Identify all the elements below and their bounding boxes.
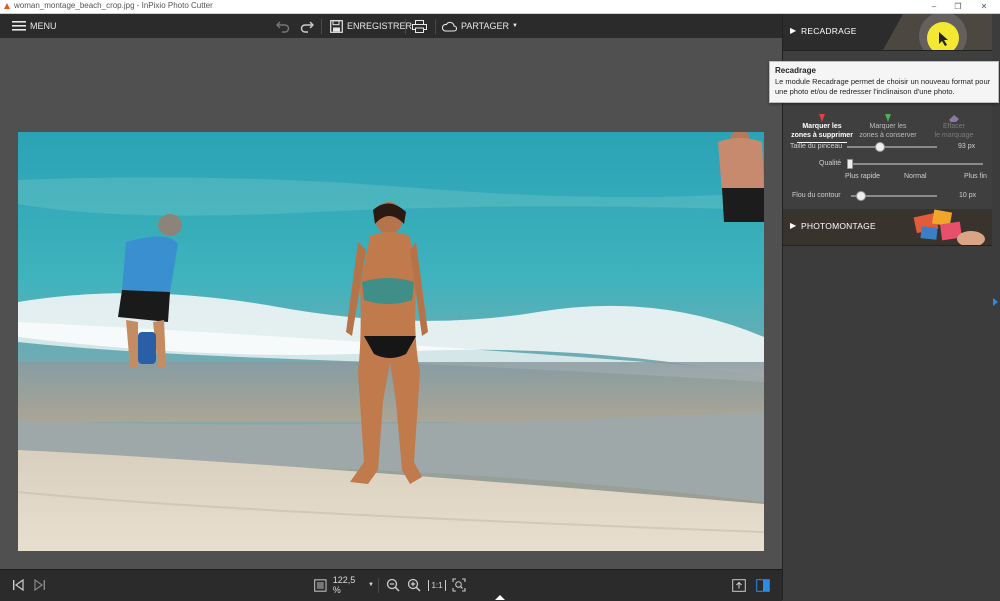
eraser-icon: [949, 115, 959, 122]
print-button[interactable]: [412, 14, 427, 38]
share-label: PARTAGER: [461, 21, 510, 31]
save-button[interactable]: ENREGISTRER: [330, 14, 412, 38]
quality-option-normal: Normal: [904, 173, 927, 180]
brush-size-label: Taille du pinceau: [790, 143, 843, 150]
undo-button[interactable]: [276, 14, 290, 38]
window-title-bar: woman_montage_beach_crop.jpg - InPixio P…: [0, 0, 1000, 14]
app-icon: [4, 3, 10, 9]
zoom-fit-button[interactable]: [450, 576, 468, 594]
hamburger-icon: [12, 21, 26, 31]
bottom-bar: 122,5 % ▼ 1:1: [0, 569, 782, 601]
brush-size-knob[interactable]: [874, 142, 885, 152]
zoom-out-icon: [386, 578, 400, 592]
redo-icon: [300, 21, 314, 33]
redo-button[interactable]: [300, 14, 314, 38]
green-pen-icon: [885, 114, 891, 122]
chevron-down-icon: ▼: [512, 23, 518, 29]
photomontage-section-header[interactable]: ▶ PHOTOMONTAGE: [783, 209, 992, 246]
chevron-right-icon: ▶: [790, 26, 797, 35]
tool-erase-line2: le marquage: [934, 131, 974, 139]
expand-arrow-icon[interactable]: [495, 594, 505, 600]
zoom-value: 122,5 %: [332, 575, 356, 595]
tool-mark-keep-line1: Marquer les: [869, 123, 907, 130]
brush-size-slider[interactable]: [847, 146, 937, 148]
first-image-button[interactable]: [10, 576, 26, 594]
tool-mark-keep-line2: zones à conserver: [859, 131, 917, 139]
red-pen-icon: [819, 114, 825, 122]
recadrage-label: RECADRAGE: [801, 26, 857, 36]
menu-button[interactable]: MENU: [12, 14, 57, 38]
close-button[interactable]: ✕: [972, 0, 996, 13]
quality-knob[interactable]: [847, 159, 853, 169]
minimize-button[interactable]: –: [922, 0, 946, 13]
menu-label: MENU: [30, 21, 57, 31]
recadrage-tooltip: Recadrage Le module Recadrage permet de …: [769, 61, 999, 103]
quality-label: Qualité: [819, 160, 842, 167]
printer-icon: [412, 19, 427, 33]
tooltip-title: Recadrage: [775, 66, 816, 75]
panel-scroll-arrow-icon[interactable]: [993, 298, 998, 306]
quality-option-fine: Plus fin: [964, 173, 987, 180]
toolbar-divider: [405, 19, 406, 34]
share-cloud-icon: [442, 21, 457, 32]
fit-screen-icon: [314, 578, 327, 592]
tool-mark-remove-line1: Marquer les: [802, 123, 842, 130]
split-view-icon: [756, 578, 770, 592]
upload-icon: [732, 578, 746, 592]
undo-icon: [276, 21, 290, 33]
photomontage-label: PHOTOMONTAGE: [801, 221, 876, 231]
edge-blur-knob[interactable]: [855, 191, 866, 201]
chevron-down-icon: ▼: [368, 582, 374, 588]
canvas-workspace: [0, 38, 782, 569]
tool-mark-remove-line2: zones à supprimer: [791, 131, 853, 139]
actual-size-icon: 1:1: [428, 579, 446, 591]
actual-size-button[interactable]: 1:1: [428, 576, 446, 594]
skip-forward-icon: [34, 579, 45, 591]
tooltip-body: Le module Recadrage permet de choisir un…: [775, 77, 991, 96]
bottom-divider: [378, 578, 379, 593]
beach-photo[interactable]: [18, 132, 764, 551]
zoom-fit-icon: [452, 578, 466, 592]
split-view-button[interactable]: [754, 576, 772, 594]
actual-size-label: 1:1: [431, 580, 443, 590]
save-label: ENREGISTRER: [347, 21, 413, 31]
recadrage-section-header[interactable]: ▶ RECADRAGE: [783, 14, 992, 51]
floppy-disk-icon: [330, 19, 343, 33]
next-image-button[interactable]: [32, 576, 48, 594]
edge-blur-label: Flou du contour: [792, 192, 841, 199]
tool-erase-marking[interactable]: Effacer le marquage: [919, 114, 989, 140]
toolbar-divider: [321, 19, 322, 34]
maximize-button[interactable]: ❐: [946, 0, 970, 13]
zoom-in-icon: [407, 578, 421, 592]
window-title: woman_montage_beach_crop.jpg - InPixio P…: [14, 1, 213, 10]
toolbar-divider: [435, 19, 436, 34]
quality-option-fast: Plus rapide: [845, 173, 881, 180]
zoom-dropdown[interactable]: 122,5 % ▼: [314, 575, 374, 595]
edge-blur-value: 10 px: [959, 192, 977, 199]
skip-back-icon: [13, 579, 24, 591]
chevron-right-icon: ▶: [790, 221, 797, 230]
export-button[interactable]: [730, 576, 748, 594]
tool-mark-keep[interactable]: Marquer les zones à conserver: [853, 114, 923, 140]
share-button[interactable]: PARTAGER ▼: [442, 14, 518, 38]
tool-mark-remove[interactable]: Marquer les zones à supprimer: [787, 114, 857, 143]
zoom-in-button[interactable]: [405, 576, 423, 594]
quality-slider[interactable]: [847, 163, 983, 165]
zoom-out-button[interactable]: [384, 576, 402, 594]
brush-size-value: 93 px: [958, 143, 976, 150]
tool-erase-line1: Effacer: [942, 123, 966, 130]
top-toolbar: MENU ENREGISTRER PARTAGER ▼: [0, 14, 782, 39]
